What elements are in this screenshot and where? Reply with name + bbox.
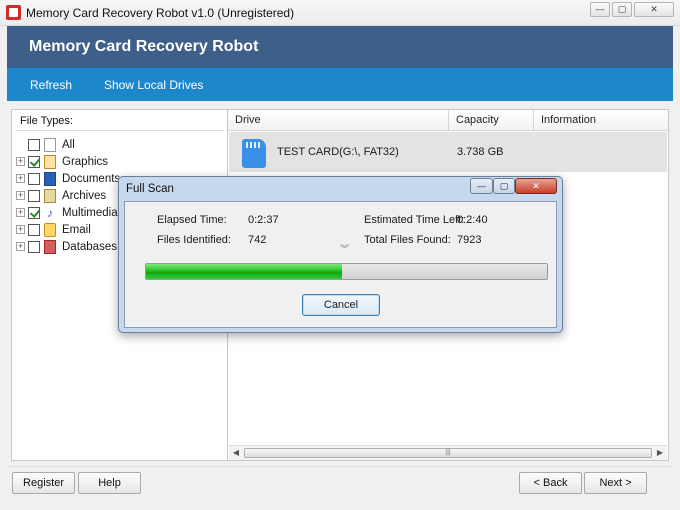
sd-card-icon bbox=[242, 139, 266, 168]
time-left-label: Estimated Time Left: bbox=[364, 214, 465, 226]
expand-plus-icon[interactable]: + bbox=[16, 225, 25, 234]
scrollbar-thumb[interactable]: ||| bbox=[244, 448, 652, 458]
minimize-button[interactable]: — bbox=[590, 2, 610, 17]
graphics-icon bbox=[44, 154, 56, 169]
title-bar: Memory Card Recovery Robot v1.0 (Unregis… bbox=[0, 0, 680, 26]
maximize-button[interactable]: ▢ bbox=[612, 2, 632, 17]
minimize-icon: — bbox=[595, 4, 605, 14]
minimize-icon: — bbox=[477, 181, 486, 191]
drive-capacity: 3.738 GB bbox=[457, 146, 504, 158]
scroll-right-icon[interactable]: ▶ bbox=[654, 447, 666, 459]
progress-fill bbox=[146, 264, 343, 279]
expand-plus-icon[interactable]: + bbox=[16, 208, 25, 217]
database-icon bbox=[44, 239, 56, 254]
dialog-maximize-button[interactable]: ▢ bbox=[493, 178, 515, 194]
app-header: Memory Card Recovery Robot bbox=[7, 26, 673, 68]
file-type-label: Email bbox=[62, 223, 91, 236]
close-button[interactable]: ✕ bbox=[634, 2, 674, 17]
show-local-drives-link[interactable]: Show Local Drives bbox=[104, 78, 203, 92]
column-header-drive[interactable]: Drive bbox=[228, 110, 449, 131]
file-type-graphics[interactable]: + Graphics bbox=[16, 153, 226, 170]
app-icon bbox=[6, 5, 21, 20]
file-type-label: Documents bbox=[62, 172, 121, 185]
total-files-value: 7923 bbox=[457, 234, 482, 246]
drive-name: TEST CARD(G:\, FAT32) bbox=[277, 146, 399, 158]
email-checkbox[interactable] bbox=[28, 223, 40, 236]
column-header-information[interactable]: Information bbox=[534, 110, 668, 131]
file-type-label: Archives bbox=[62, 189, 107, 202]
music-note-icon: ♪ bbox=[44, 205, 56, 220]
register-button[interactable]: Register bbox=[12, 472, 75, 494]
file-type-label: All bbox=[62, 138, 75, 151]
total-files-label: Total Files Found: bbox=[364, 234, 451, 246]
close-icon: ✕ bbox=[650, 4, 658, 14]
files-identified-value: 742 bbox=[248, 234, 267, 246]
close-icon: ✕ bbox=[532, 181, 540, 191]
dialog-title: Full Scan bbox=[126, 183, 174, 195]
table-row[interactable]: TEST CARD(G:\, FAT32) 3.738 GB bbox=[229, 132, 667, 172]
scan-progress-bar bbox=[145, 263, 548, 280]
archive-icon bbox=[44, 188, 56, 203]
maximize-icon: ▢ bbox=[617, 4, 627, 14]
horizontal-scrollbar[interactable]: ◀ ||| ▶ bbox=[229, 445, 667, 460]
file-type-all[interactable]: All bbox=[16, 136, 226, 153]
archives-checkbox[interactable] bbox=[28, 189, 40, 202]
divider bbox=[16, 130, 224, 131]
expand-plus-icon[interactable]: + bbox=[16, 157, 25, 166]
multimedia-checkbox[interactable] bbox=[28, 206, 40, 219]
graphics-checkbox[interactable] bbox=[28, 155, 40, 168]
next-button[interactable]: Next > bbox=[584, 472, 647, 494]
nav-bar: Refresh Show Local Drives bbox=[7, 68, 673, 101]
blank-file-icon bbox=[44, 137, 56, 152]
column-header-capacity[interactable]: Capacity bbox=[449, 110, 534, 131]
help-button[interactable]: Help bbox=[78, 472, 141, 494]
expand-plus-icon[interactable]: + bbox=[16, 174, 25, 183]
documents-checkbox[interactable] bbox=[28, 172, 40, 185]
window-title: Memory Card Recovery Robot v1.0 (Unregis… bbox=[26, 6, 295, 20]
file-types-label: File Types: bbox=[20, 115, 73, 127]
email-icon bbox=[44, 222, 56, 237]
divider bbox=[7, 466, 673, 467]
file-type-label: Databases bbox=[62, 240, 117, 253]
expand-plus-icon[interactable]: + bbox=[16, 242, 25, 251]
cancel-button[interactable]: Cancel bbox=[302, 294, 380, 316]
file-type-label: Graphics bbox=[62, 155, 109, 168]
databases-checkbox[interactable] bbox=[28, 240, 40, 253]
time-left-value: 0:2:40 bbox=[457, 214, 488, 226]
scroll-left-icon[interactable]: ◀ bbox=[230, 447, 242, 459]
all-checkbox[interactable] bbox=[28, 138, 40, 151]
expand-plus-icon[interactable]: + bbox=[16, 191, 25, 200]
dialog-minimize-button[interactable]: — bbox=[470, 178, 493, 194]
app-header-title: Memory Card Recovery Robot bbox=[29, 38, 259, 55]
elapsed-time-value: 0:2:37 bbox=[248, 214, 279, 226]
chevron-down-icon[interactable]: ︾ bbox=[340, 242, 349, 255]
word-doc-icon bbox=[44, 171, 56, 186]
dialog-body: Elapsed Time: 0:2:37 Estimated Time Left… bbox=[124, 201, 557, 328]
dialog-close-button[interactable]: ✕ bbox=[515, 178, 557, 194]
grip-icon: ||| bbox=[445, 449, 451, 456]
refresh-link[interactable]: Refresh bbox=[30, 78, 72, 92]
files-identified-label: Files Identified: bbox=[157, 234, 231, 246]
file-type-label: Multimedia bbox=[62, 206, 118, 219]
maximize-icon: ▢ bbox=[499, 181, 509, 191]
full-scan-dialog: Full Scan — ▢ ✕ Elapsed Time: 0:2:37 Est… bbox=[118, 176, 563, 333]
elapsed-time-label: Elapsed Time: bbox=[157, 214, 227, 226]
back-button[interactable]: < Back bbox=[519, 472, 582, 494]
